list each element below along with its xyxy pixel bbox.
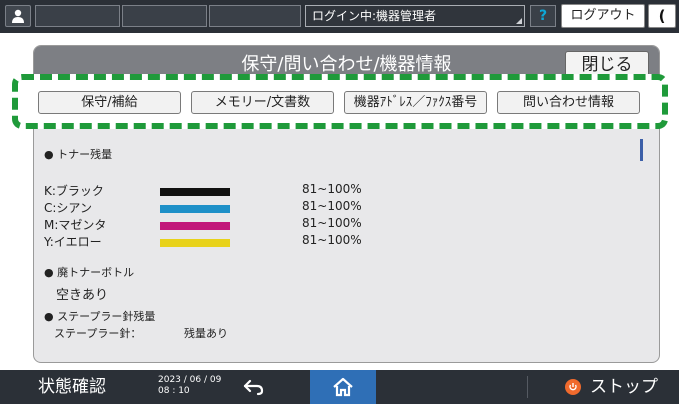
toner-label-yellow: Y:イエロー bbox=[44, 235, 102, 249]
tab-bar-highlight: 保守/補給 メモリー/文書数 機器ｱﾄﾞﾚｽ／ﾌｧｸｽ番号 問い合わせ情報 bbox=[12, 74, 668, 129]
toner-value-yellow: 81~100% bbox=[302, 233, 362, 247]
staple-partial-value: 残量あり bbox=[184, 327, 228, 340]
toner-value-black: 81~100% bbox=[302, 182, 362, 196]
toner-value-cyan: 81~100% bbox=[302, 199, 362, 213]
staple-partial-label: ステープラー針： bbox=[54, 327, 142, 340]
help-button[interactable]: ? bbox=[530, 5, 556, 27]
logout-button[interactable]: ログアウト bbox=[561, 4, 645, 28]
status-check-button[interactable]: 状態確認 bbox=[38, 373, 106, 401]
date-text: 2023 / 06 / 09 bbox=[158, 375, 222, 385]
moon-icon: ( bbox=[658, 7, 666, 25]
time-text: 08 : 10 bbox=[158, 386, 190, 396]
back-arrow-icon[interactable] bbox=[243, 377, 265, 397]
status-slot-1 bbox=[35, 5, 120, 27]
panel-content: ● トナー残量 K:ブラック 81~100% C:シアン 81~100% M:マ… bbox=[44, 136, 646, 354]
tab-contact-info[interactable]: 問い合わせ情報 bbox=[497, 91, 640, 114]
toner-bar-cyan bbox=[160, 205, 230, 213]
stop-button[interactable]: ストップ bbox=[590, 373, 658, 401]
user-icon bbox=[12, 9, 24, 23]
tab-memory-documents[interactable]: メモリー/文書数 bbox=[191, 91, 334, 114]
home-icon bbox=[333, 377, 353, 397]
bottom-divider bbox=[527, 376, 528, 398]
corner-indicator-icon bbox=[516, 18, 522, 24]
stop-icon[interactable] bbox=[565, 379, 581, 395]
toner-value-magenta: 81~100% bbox=[302, 216, 362, 230]
toner-label-black: K:ブラック bbox=[44, 184, 104, 198]
login-status-text: ログイン中:機器管理者 bbox=[312, 9, 437, 23]
login-status-box[interactable]: ログイン中:機器管理者 bbox=[305, 5, 525, 27]
sleep-button[interactable]: ( bbox=[648, 4, 676, 28]
waste-toner-heading: ● 廃トナーボトル bbox=[44, 266, 135, 279]
waste-toner-value: 空きあり bbox=[56, 288, 109, 303]
status-slot-2 bbox=[122, 5, 207, 27]
user-button[interactable] bbox=[5, 5, 31, 27]
bottom-bar: 状態確認 2023 / 06 / 09 08 : 10 ストップ bbox=[0, 370, 679, 404]
toner-bar-yellow bbox=[160, 239, 230, 247]
toner-label-cyan: C:シアン bbox=[44, 201, 92, 215]
toner-bar-black bbox=[160, 188, 230, 196]
toner-heading: ● トナー残量 bbox=[44, 148, 113, 161]
tab-maintenance-supply[interactable]: 保守/補給 bbox=[38, 91, 181, 114]
toner-label-magenta: M:マゼンタ bbox=[44, 218, 107, 232]
scrollbar-thumb[interactable] bbox=[640, 139, 643, 161]
staple-heading: ● ステープラー針残量 bbox=[44, 310, 156, 323]
top-bar: ログイン中:機器管理者 ? ログアウト ( bbox=[0, 0, 679, 33]
datetime-display: 2023 / 06 / 09 08 : 10 bbox=[158, 375, 221, 397]
toner-bar-magenta bbox=[160, 222, 230, 230]
tab-machine-address-fax[interactable]: 機器ｱﾄﾞﾚｽ／ﾌｧｸｽ番号 bbox=[344, 91, 487, 114]
home-button[interactable] bbox=[310, 370, 376, 404]
status-slot-3 bbox=[209, 5, 301, 27]
